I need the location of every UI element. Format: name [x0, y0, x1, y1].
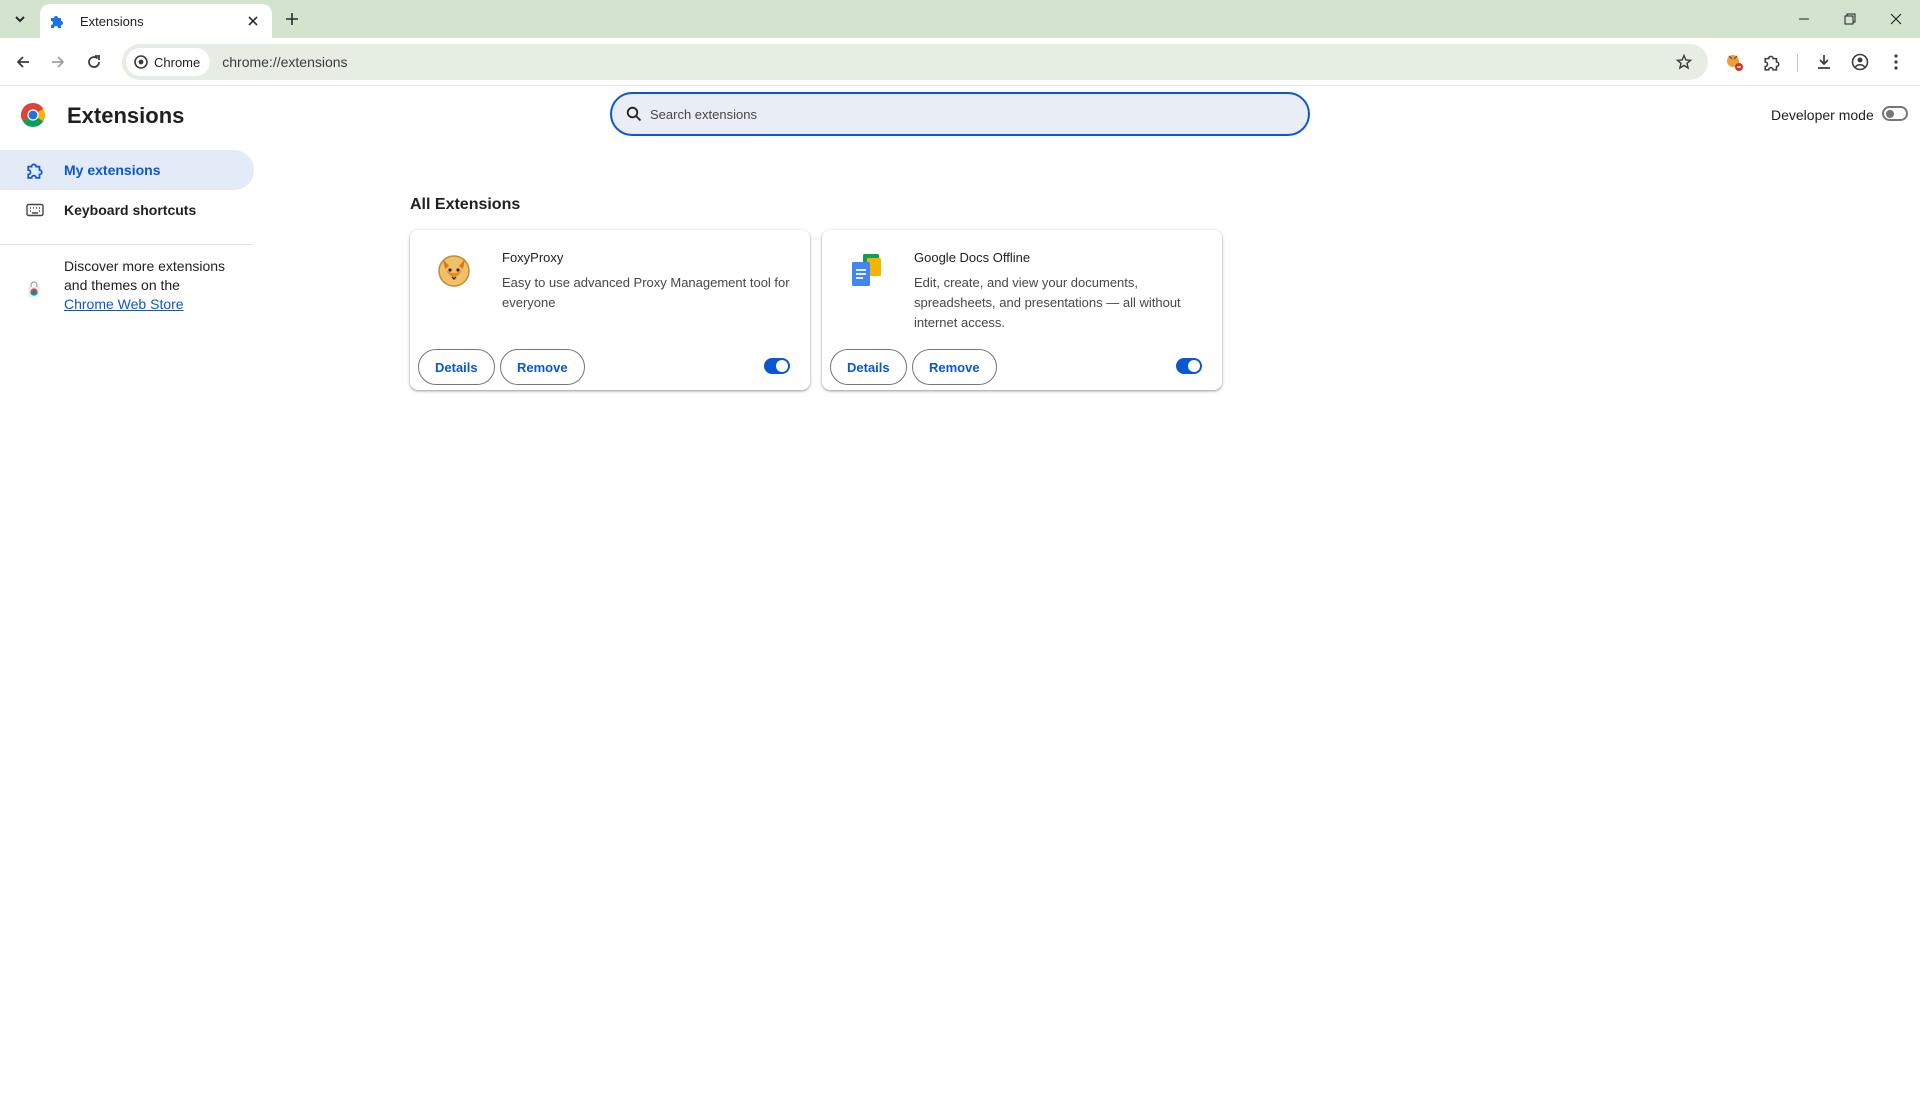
chevron-down-icon [15, 16, 25, 23]
puzzle-icon [1764, 55, 1780, 71]
extension-card-google-docs-offline: Google Docs Offline Edit, create, and vi… [822, 230, 1222, 390]
discover-more: Discover more extensions and themes on t… [0, 257, 256, 314]
web-store-icon [28, 281, 40, 297]
arrow-right-icon [52, 56, 65, 68]
extension-name: Google Docs Offline [914, 250, 1031, 265]
profile-icon [1851, 53, 1869, 71]
chrome-web-store-link[interactable]: Chrome Web Store [64, 296, 184, 312]
tab-title: Extensions [80, 13, 144, 29]
remove-button[interactable]: Remove [500, 349, 585, 385]
extension-description: Edit, create, and view your documents, s… [914, 275, 1181, 330]
window-close-button[interactable] [1873, 4, 1919, 34]
arrow-left-icon [16, 56, 29, 68]
download-icon [1818, 55, 1830, 69]
tab-strip: Extensions [0, 0, 1920, 38]
developer-mode-label: Developer mode [1771, 107, 1874, 123]
foxyproxy-icon [438, 255, 470, 287]
minimize-button[interactable] [1781, 4, 1827, 34]
restore-button[interactable] [1827, 4, 1873, 34]
browser-toolbar: Chrome chrome://extensions [0, 38, 1920, 86]
tab-close-button[interactable] [244, 12, 262, 30]
site-chip-label: Chrome [154, 54, 201, 70]
browser-menu-button[interactable] [1882, 48, 1910, 76]
chrome-icon [134, 55, 148, 69]
extensions-menu-button[interactable] [1758, 48, 1786, 76]
sidebar: My extensions Keyboard shortcuts Discove… [0, 150, 256, 314]
profile-button[interactable] [1846, 48, 1874, 76]
search-box[interactable] [610, 92, 1310, 136]
extension-name: FoxyProxy [502, 250, 564, 265]
new-tab-button[interactable] [280, 7, 304, 31]
toolbar-separator [1797, 54, 1798, 72]
reload-icon [88, 55, 100, 68]
page-header: Extensions Developer mode [0, 86, 1920, 142]
foxyproxy-toolbar-button[interactable] [1720, 48, 1748, 76]
site-chip[interactable]: Chrome [126, 48, 211, 76]
kebab-menu-icon [1894, 54, 1898, 70]
url-text[interactable]: chrome://extensions [222, 54, 1670, 70]
page-title: Extensions [67, 103, 185, 128]
forward-button[interactable] [44, 48, 72, 76]
remove-button[interactable]: Remove [912, 349, 997, 385]
tab-extensions[interactable]: Extensions [40, 4, 272, 38]
developer-mode-toggle[interactable] [1882, 106, 1908, 121]
extension-enable-toggle[interactable] [764, 358, 790, 374]
details-button[interactable]: Details [830, 349, 907, 385]
plus-icon [286, 13, 298, 25]
sidebar-item-label: My extensions [64, 162, 161, 178]
back-button[interactable] [9, 48, 37, 76]
details-button[interactable]: Details [418, 349, 495, 385]
foxyproxy-icon [1727, 55, 1743, 71]
sidebar-item-my-extensions[interactable]: My extensions [0, 150, 254, 190]
extension-description: Easy to use advanced Proxy Management to… [502, 275, 790, 310]
search-input[interactable] [650, 106, 1308, 122]
google-docs-offline-icon [852, 254, 881, 286]
sidebar-divider [0, 244, 254, 245]
discover-line-2: and themes on the [64, 277, 180, 293]
discover-line-1: Discover more extensions [64, 258, 226, 274]
extensions-icon [25, 160, 45, 180]
extension-enable-toggle[interactable] [1176, 358, 1202, 374]
bookmark-star-button[interactable] [1670, 48, 1698, 76]
chrome-logo-icon [20, 103, 46, 128]
search-icon [626, 106, 642, 122]
sidebar-item-keyboard-shortcuts[interactable]: Keyboard shortcuts [0, 190, 254, 230]
extension-card-foxyproxy: FoxyProxy Easy to use advanced Proxy Man… [410, 230, 810, 390]
tab-search-button[interactable] [6, 6, 34, 32]
toggle-knob [776, 360, 788, 372]
address-bar[interactable]: Chrome chrome://extensions [122, 44, 1708, 80]
close-icon [248, 16, 258, 26]
section-title: All Extensions [410, 196, 521, 213]
toggle-knob [1188, 360, 1200, 372]
sidebar-item-label: Keyboard shortcuts [64, 202, 197, 218]
toggle-knob [1886, 109, 1894, 118]
puzzle-icon [48, 12, 66, 30]
minimize-icon [1799, 18, 1809, 20]
reload-button[interactable] [80, 48, 108, 76]
downloads-button[interactable] [1810, 48, 1838, 76]
star-icon [1676, 54, 1692, 70]
restore-icon [1844, 13, 1856, 25]
keyboard-icon [25, 200, 45, 220]
close-icon [1890, 13, 1902, 25]
